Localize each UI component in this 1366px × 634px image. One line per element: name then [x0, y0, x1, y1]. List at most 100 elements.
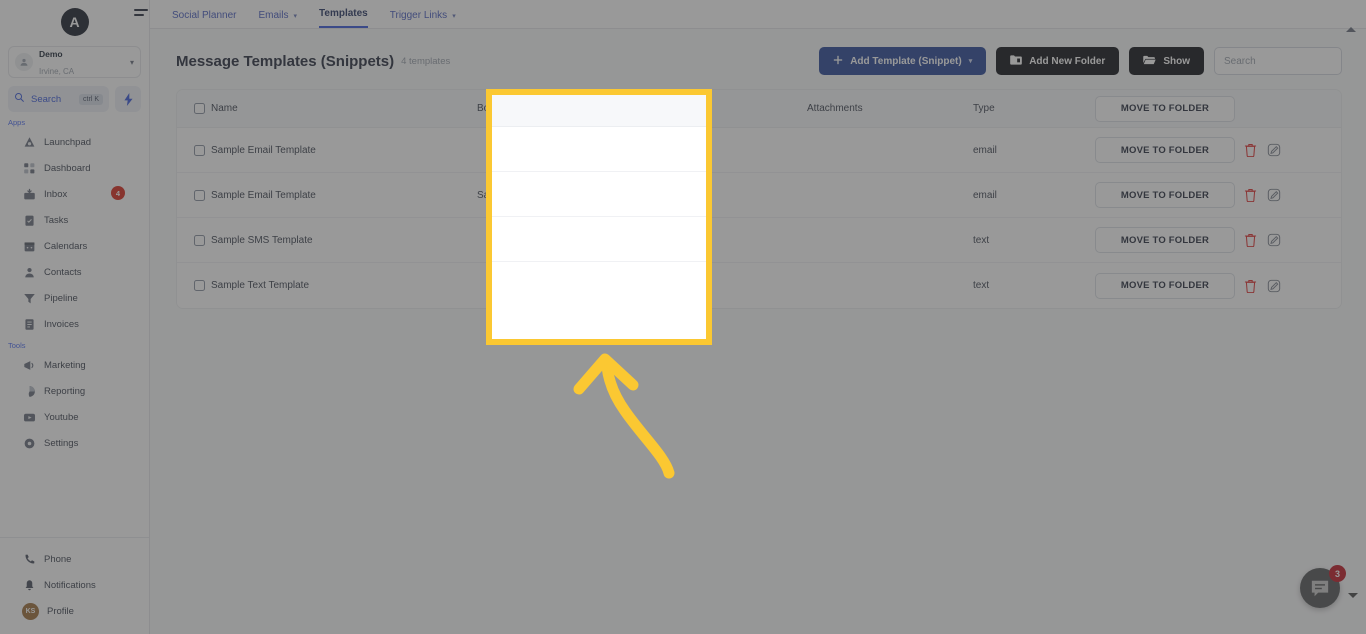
move-to-folder-button[interactable]: MOVE TO FOLDER — [1095, 272, 1235, 299]
highlighted-body-column: Body Sample Description Template — [492, 95, 706, 339]
avatar: KS — [22, 602, 39, 620]
row-checkbox[interactable] — [193, 144, 205, 156]
column-header-name[interactable]: Name — [211, 103, 477, 114]
chevron-down-icon: ▾ — [968, 58, 973, 65]
calendar-icon — [22, 239, 36, 253]
sidebar-item-contacts[interactable]: Contacts — [4, 259, 145, 285]
tab-trigger-links[interactable]: Trigger Links ▾ — [390, 10, 456, 28]
page-header: Message Templates (Snippets) 4 templates… — [176, 45, 1342, 77]
row-checkbox[interactable] — [193, 280, 205, 291]
sidebar-item-label: Invoices — [44, 318, 79, 330]
edit-icon[interactable] — [1266, 233, 1281, 248]
sidebar-item-inbox[interactable]: Inbox 4 — [4, 181, 145, 207]
edit-icon[interactable] — [1266, 188, 1281, 203]
table-row[interactable]: Sample SMS Template text MOVE TO FOLDER — [177, 218, 1341, 263]
top-navigation-bar: Social Planner Emails ▾ Templates Trigger Li… — [134, 0, 1366, 29]
show-button[interactable]: Show — [1129, 47, 1204, 75]
table-row[interactable]: Sample Email Template email MOVE TO FOLDER — [177, 128, 1341, 173]
trash-icon[interactable] — [1243, 233, 1258, 248]
sidebar-item-calendars[interactable]: Calendars — [4, 233, 145, 259]
cell-name: Sample Text Template — [211, 280, 310, 291]
sidebar-item-profile[interactable]: KS Profile — [4, 598, 145, 624]
folder-add-icon — [1010, 54, 1023, 68]
cell-actions: MOVE TO FOLDER — [1083, 227, 1341, 253]
sidebar-item-phone[interactable]: Phone — [4, 546, 145, 572]
row-select-cell — [177, 280, 211, 291]
templates-table: Name Body Attachments Type MOVE TO FOLDE… — [176, 89, 1342, 309]
brand-logo-icon[interactable]: A — [60, 8, 89, 36]
table-row[interactable]: Sample Email Template Sample Description … — [177, 173, 1341, 218]
row-checkbox[interactable] — [193, 189, 205, 201]
workspace-avatar-icon — [15, 53, 33, 71]
table-row[interactable]: Sample Text Template text MOVE TO FOLDER — [177, 263, 1341, 308]
move-to-folder-button[interactable]: MOVE TO FOLDER — [1095, 227, 1235, 253]
sidebar-item-reporting[interactable]: Reporting — [4, 378, 145, 404]
sidebar-group-apps-label: Apps — [8, 118, 26, 127]
cell-type: email — [973, 189, 997, 201]
search-input[interactable]: Search ctrl K — [8, 86, 109, 112]
templates-search-input[interactable]: Search — [1214, 47, 1342, 75]
tab-label: Trigger Links — [389, 10, 448, 21]
trash-icon[interactable] — [1243, 143, 1258, 158]
highlight-row: Sample Description Template — [492, 172, 706, 217]
chat-unread-badge: 3 — [1329, 565, 1346, 582]
sidebar-item-tasks[interactable]: Tasks — [4, 207, 145, 233]
table-body: Sample Email Template email MOVE TO FOLDER… — [177, 128, 1341, 308]
sidebar-item-pipeline[interactable]: Pipeline — [4, 285, 145, 311]
add-new-folder-button[interactable]: Add New Folder — [996, 47, 1120, 75]
move-to-folder-button[interactable]: MOVE TO FOLDER — [1095, 182, 1235, 208]
add-template-button[interactable]: Add Template (Snippet) ▾ — [819, 47, 987, 75]
sidebar-item-label: Contacts — [44, 266, 82, 278]
sidebar-item-launchpad[interactable]: Launchpad — [4, 129, 145, 155]
tab-emails[interactable]: Emails ▾ — [258, 10, 297, 28]
sidebar-item-youtube[interactable]: Youtube — [4, 404, 145, 430]
row-select-cell — [177, 189, 211, 201]
show-label: Show — [1163, 55, 1190, 67]
row-checkbox[interactable] — [193, 234, 205, 246]
pie-chart-icon — [22, 384, 36, 398]
column-header-attachments[interactable]: Attachments — [807, 103, 973, 114]
tab-templates[interactable]: Templates — [319, 8, 368, 28]
tab-social-planner[interactable]: Social Planner — [172, 10, 236, 28]
hamburger-icon[interactable] — [134, 9, 148, 19]
highlight-rows: Sample Description Template — [492, 127, 706, 307]
chevron-down-icon: ▾ — [452, 12, 456, 20]
sidebar-item-label: Reporting — [44, 385, 86, 397]
cell-name: Sample Email Template — [211, 144, 316, 156]
scroll-up-arrow-icon[interactable] — [1346, 27, 1356, 32]
sidebar-nav-tools: Marketing Reporting Youtube Settings — [0, 352, 149, 456]
workspace-selector[interactable]: Demo Irvine, CA ▾ — [8, 46, 141, 78]
select-all-checkbox[interactable] — [193, 103, 205, 114]
sidebar-item-label: Calendars — [44, 240, 88, 252]
search-label: Search — [31, 93, 62, 105]
sidebar-item-label: Phone — [44, 553, 72, 565]
sidebar-item-settings[interactable]: Settings — [4, 430, 145, 456]
bolt-icon[interactable] — [115, 86, 141, 112]
select-all-cell — [177, 103, 211, 114]
sidebar-item-label: Profile — [47, 605, 74, 617]
bulk-move-to-folder-button[interactable]: MOVE TO FOLDER — [1095, 95, 1235, 122]
sidebar-bottom-nav: Phone Notifications KS Profile — [0, 537, 149, 634]
launchpad-icon — [22, 135, 36, 149]
phone-icon — [22, 552, 36, 566]
trash-icon[interactable] — [1243, 278, 1258, 293]
edit-icon[interactable] — [1266, 278, 1281, 293]
sidebar-nav-apps: Launchpad Dashboard Inbox 4 Tasks Calendars Co… — [0, 129, 149, 337]
highlight-row — [492, 262, 706, 307]
sidebar-item-label: Pipeline — [44, 292, 78, 304]
caret-down-icon[interactable] — [1348, 593, 1358, 598]
column-header-type[interactable]: Type — [973, 103, 1083, 114]
sidebar-item-label: Dashboard — [44, 162, 91, 174]
sidebar-item-invoices[interactable]: Invoices — [4, 311, 145, 337]
chat-widget[interactable]: 3 — [1300, 565, 1358, 612]
sidebar-item-marketing[interactable]: Marketing — [4, 352, 145, 378]
move-to-folder-button[interactable]: MOVE TO FOLDER — [1095, 137, 1235, 163]
trash-icon[interactable] — [1243, 188, 1258, 203]
dashboard-icon — [22, 161, 36, 175]
search-icon — [14, 90, 25, 108]
sidebar-item-dashboard[interactable]: Dashboard — [4, 155, 145, 181]
sidebar-item-notifications[interactable]: Notifications — [4, 572, 145, 598]
tab-label: Templates — [319, 8, 368, 19]
edit-icon[interactable] — [1266, 143, 1281, 158]
cell-type: email — [973, 144, 997, 156]
